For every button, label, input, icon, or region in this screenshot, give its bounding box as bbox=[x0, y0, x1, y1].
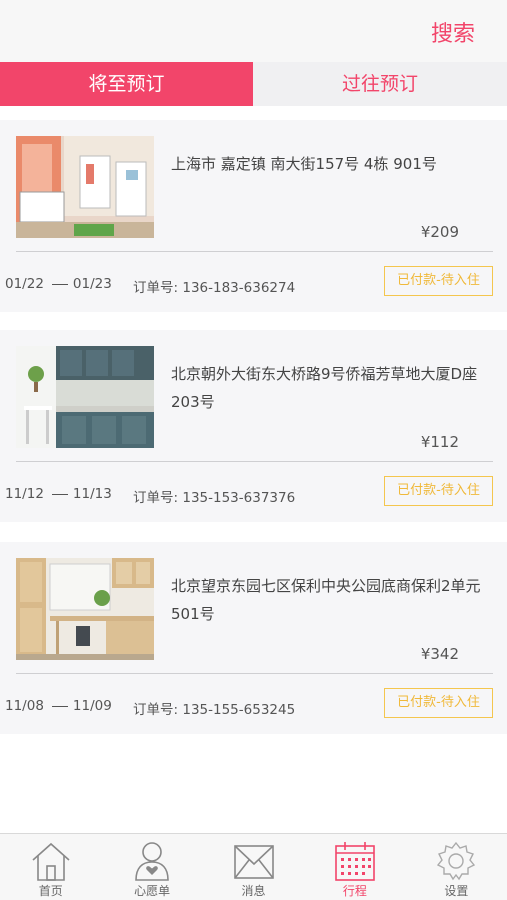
stay-dates: 01/22 01/23 bbox=[5, 276, 112, 292]
study-room-photo bbox=[16, 558, 154, 660]
order-label: 订单号: bbox=[133, 490, 179, 506]
order-value: 135-153-637376 bbox=[182, 490, 296, 506]
tabbar-item-home[interactable]: 首页 bbox=[0, 834, 101, 900]
listing-price: ¥112 bbox=[420, 433, 459, 451]
tabbar-label: 首页 bbox=[38, 884, 63, 898]
top-header: 搜索 bbox=[0, 0, 507, 62]
settings-icon bbox=[437, 841, 476, 881]
card-divider bbox=[16, 461, 493, 462]
order-value: 136-183-636274 bbox=[182, 280, 296, 296]
card-divider bbox=[16, 251, 493, 252]
booking-card[interactable]: 上海市 嘉定镇 南大街157号 4栋 901号 ¥209 01/22 01/23 … bbox=[0, 120, 507, 312]
kitchen-photo bbox=[16, 346, 154, 448]
tabbar-label: 消息 bbox=[241, 884, 266, 898]
status-badge[interactable]: 已付款-待入住 bbox=[384, 476, 493, 506]
status-badge[interactable]: 已付款-待入住 bbox=[384, 688, 493, 718]
tab-past[interactable]: 过往预订 bbox=[253, 62, 507, 106]
search-button[interactable]: 搜索 bbox=[431, 16, 475, 48]
message-icon bbox=[233, 845, 274, 879]
stay-dates: 11/12 11/13 bbox=[5, 486, 112, 502]
booking-tabs: 将至预订 过往预订 bbox=[0, 62, 507, 106]
date-dash bbox=[51, 705, 68, 707]
card-divider bbox=[16, 673, 493, 674]
order-label: 订单号: bbox=[133, 280, 179, 296]
order-number: 订单号: 136-183-636274 bbox=[133, 276, 295, 296]
tab-upcoming[interactable]: 将至预订 bbox=[0, 62, 253, 106]
tabbar-item-settings[interactable]: 设置 bbox=[406, 834, 507, 900]
check-in-date: 11/12 bbox=[5, 486, 44, 502]
kids-bedroom-photo bbox=[16, 136, 154, 238]
order-value: 135-155-653245 bbox=[182, 702, 296, 718]
tabbar-item-messages[interactable]: 消息 bbox=[203, 834, 304, 900]
listing-photo bbox=[16, 346, 154, 448]
listing-price: ¥209 bbox=[420, 223, 459, 241]
order-number: 订单号: 135-153-637376 bbox=[133, 486, 295, 506]
booking-card[interactable]: 北京朝外大街东大桥路9号侨福芳草地大厦D座203号 ¥112 11/12 11/1… bbox=[0, 330, 507, 522]
tabbar-label: 设置 bbox=[444, 884, 469, 898]
listing-photo bbox=[16, 136, 154, 238]
listing-address: 上海市 嘉定镇 南大街157号 4栋 901号 bbox=[171, 155, 437, 173]
stay-dates: 11/08 11/09 bbox=[5, 698, 112, 714]
date-dash bbox=[51, 493, 68, 495]
bottom-tabbar: 首页 心愿单 消息 行程 设置 bbox=[0, 833, 507, 900]
calendar-icon bbox=[335, 842, 375, 881]
order-number: 订单号: 135-155-653245 bbox=[133, 698, 295, 718]
check-out-date: 11/09 bbox=[72, 698, 112, 714]
check-out-date: 11/13 bbox=[72, 486, 112, 502]
booking-card[interactable]: 北京望京东园七区保利中央公园底商保利2单元501号 ¥342 11/08 11/0… bbox=[0, 542, 507, 734]
order-label: 订单号: bbox=[133, 702, 179, 718]
check-in-date: 11/08 bbox=[5, 698, 44, 714]
listing-address: 北京望京东园七区保利中央公园底商保利2单元501号 bbox=[171, 577, 481, 623]
wishlist-icon bbox=[135, 842, 169, 881]
status-badge[interactable]: 已付款-待入住 bbox=[384, 266, 493, 296]
listing-photo bbox=[16, 558, 154, 660]
tabbar-item-wishlist[interactable]: 心愿单 bbox=[101, 834, 202, 900]
tabbar-item-trips[interactable]: 行程 bbox=[304, 834, 405, 900]
listing-price: ¥342 bbox=[420, 645, 459, 663]
tabbar-label: 心愿单 bbox=[134, 884, 171, 898]
tabbar-label: 行程 bbox=[342, 884, 367, 898]
listing-address: 北京朝外大街东大桥路9号侨福芳草地大厦D座203号 bbox=[171, 365, 478, 411]
check-in-date: 01/22 bbox=[5, 276, 44, 292]
check-out-date: 01/23 bbox=[72, 276, 112, 292]
date-dash bbox=[51, 283, 68, 285]
home-icon bbox=[32, 842, 70, 881]
